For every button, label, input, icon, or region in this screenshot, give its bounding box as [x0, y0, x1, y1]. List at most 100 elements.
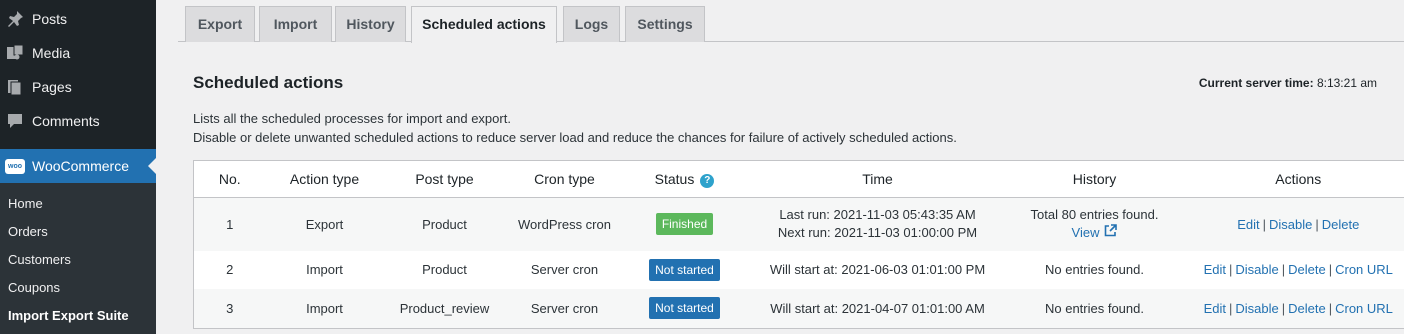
admin-sidebar: Posts Media Pages Comments woo WooCommer…: [0, 0, 156, 334]
menu-item-label: Comments: [32, 113, 100, 129]
status-header-label: Status: [654, 170, 695, 187]
edit-link[interactable]: Edit: [1204, 301, 1226, 316]
server-time-value: 8:13:21 am: [1316, 76, 1377, 90]
submenu-item-home[interactable]: Home: [8, 194, 43, 214]
column-header-actions: Actions: [1179, 160, 1404, 198]
tab-export[interactable]: Export: [185, 6, 255, 42]
disable-link[interactable]: Disable: [1269, 217, 1312, 232]
cell-no: 1: [193, 197, 266, 251]
tab-scheduled-actions[interactable]: Scheduled actions: [411, 6, 557, 43]
edit-link[interactable]: Edit: [1237, 217, 1259, 232]
submenu-item-customers[interactable]: Customers: [8, 250, 71, 270]
cell-post-type: Product: [422, 262, 467, 277]
table-header-row: No. Action type Post type Cron type Stat…: [193, 160, 1404, 198]
separator: |: [1315, 216, 1319, 232]
help-icon[interactable]: ?: [700, 173, 715, 188]
cell-actions: Edit | Disable | Delete | Cron URL: [1180, 251, 1404, 289]
external-link-icon: [1104, 224, 1118, 242]
description-line-2: Disable or delete unwanted scheduled act…: [193, 130, 957, 145]
menu-item-posts[interactable]: Posts: [0, 2, 156, 36]
column-header-no: No.: [193, 160, 266, 198]
pin-icon: [5, 9, 25, 29]
cell-action-type: Import: [306, 262, 343, 277]
status-badge: Not started: [649, 258, 720, 281]
cell-action-type: Import: [265, 288, 384, 329]
cell-cron-type: WordPress cron: [505, 197, 624, 251]
woocommerce-icon: woo: [5, 156, 25, 176]
menu-item-woocommerce[interactable]: woo WooCommerce: [0, 149, 156, 183]
cell-actions: Edit | Disable | Delete | Cron URL: [1179, 288, 1404, 329]
page-title: Scheduled actions: [193, 73, 344, 92]
menu-item-label: Posts: [32, 11, 68, 27]
disable-link[interactable]: Disable: [1235, 301, 1278, 316]
cron-url-link[interactable]: Cron URL: [1335, 262, 1393, 277]
column-header-action-type: Action type: [265, 160, 384, 198]
tab-settings[interactable]: Settings: [625, 6, 705, 42]
menu-item-label: WooCommerce: [32, 158, 129, 174]
separator: |: [1328, 262, 1333, 277]
column-header-post-type: Post type: [383, 160, 506, 198]
status-badge: Not started: [649, 297, 720, 320]
main-content: Export Import History Scheduled actions …: [156, 0, 1404, 334]
server-time-label: Current server time:: [1198, 76, 1314, 90]
delete-link[interactable]: Delete: [1322, 217, 1360, 232]
pages-icon: [5, 77, 25, 97]
cell-history: No entries found.: [1044, 262, 1144, 277]
separator: |: [1328, 300, 1333, 316]
cell-status: Not started: [624, 251, 746, 289]
table-row: 1 Export Product WordPress cron Finished…: [193, 197, 1404, 251]
menu-item-comments[interactable]: Comments: [0, 104, 156, 138]
comment-icon: [5, 111, 25, 131]
woocommerce-submenu: Home Orders Customers Coupons Import Exp…: [0, 183, 156, 334]
column-header-time: Time: [745, 160, 1010, 198]
server-time: Current server time: 8:13:21 am: [1199, 76, 1377, 90]
column-header-cron-type: Cron type: [505, 160, 624, 198]
submenu-item-import-export-suite[interactable]: Import Export Suite: [8, 306, 129, 326]
submenu-item-coupons[interactable]: Coupons: [8, 278, 60, 298]
separator: |: [1281, 300, 1286, 316]
cell-status: Finished: [623, 197, 746, 251]
cell-post-type: Product: [383, 197, 506, 251]
tab-history[interactable]: History: [335, 6, 406, 42]
cell-cron-type: Server cron: [530, 262, 599, 277]
submenu-item-orders[interactable]: Orders: [8, 222, 48, 242]
cell-no: 2: [226, 262, 234, 277]
separator: |: [1229, 262, 1233, 277]
disable-link[interactable]: Disable: [1235, 262, 1278, 277]
cell-status: Not started: [623, 288, 746, 329]
cell-post-type: Product_review: [383, 288, 506, 329]
cell-no: 3: [193, 288, 266, 329]
menu-item-pages[interactable]: Pages: [0, 70, 156, 104]
delete-link[interactable]: Delete: [1288, 301, 1326, 316]
description-line-1: Lists all the scheduled processes for im…: [193, 111, 511, 126]
edit-link[interactable]: Edit: [1204, 262, 1226, 277]
table-row: 2 Import Product Server cron Not started…: [194, 251, 1404, 289]
cell-time: Will start at: 2021-04-07 01:01:00 AM: [745, 288, 1010, 329]
cell-actions: Edit | Disable | Delete: [1179, 197, 1404, 251]
delete-link[interactable]: Delete: [1288, 262, 1326, 277]
separator: |: [1229, 300, 1233, 316]
menu-item-label: Media: [32, 45, 71, 61]
scheduled-actions-table: No. Action type Post type Cron type Stat…: [193, 160, 1404, 329]
tab-logs[interactable]: Logs: [563, 6, 620, 42]
menu-item-label: Pages: [32, 79, 72, 95]
next-run-text: Next run: 2021-11-03 01:00:00 PM: [777, 225, 978, 241]
history-text: Total 80 entries found.: [1030, 207, 1159, 223]
view-link-label: View: [1071, 225, 1100, 241]
column-header-status: Status?: [623, 160, 746, 198]
last-run-text: Last run: 2021-11-03 05:43:35 AM: [779, 207, 976, 223]
nav-tabs: Export Import History Scheduled actions …: [178, 0, 1404, 43]
separator: |: [1281, 262, 1286, 277]
cron-url-link[interactable]: Cron URL: [1335, 301, 1393, 316]
separator: |: [1262, 216, 1266, 232]
cell-cron-type: Server cron: [505, 288, 624, 329]
column-header-history: History: [1009, 160, 1180, 198]
status-badge: Finished: [655, 213, 714, 236]
view-history-link[interactable]: View: [1072, 224, 1118, 242]
cell-action-type: Export: [265, 197, 384, 251]
tab-import[interactable]: Import: [259, 6, 332, 42]
table-row: 3 Import Product_review Server cron Not …: [193, 288, 1404, 329]
cell-history: No entries found.: [1009, 288, 1180, 329]
menu-item-media[interactable]: Media: [0, 36, 156, 70]
media-icon: [5, 43, 25, 63]
